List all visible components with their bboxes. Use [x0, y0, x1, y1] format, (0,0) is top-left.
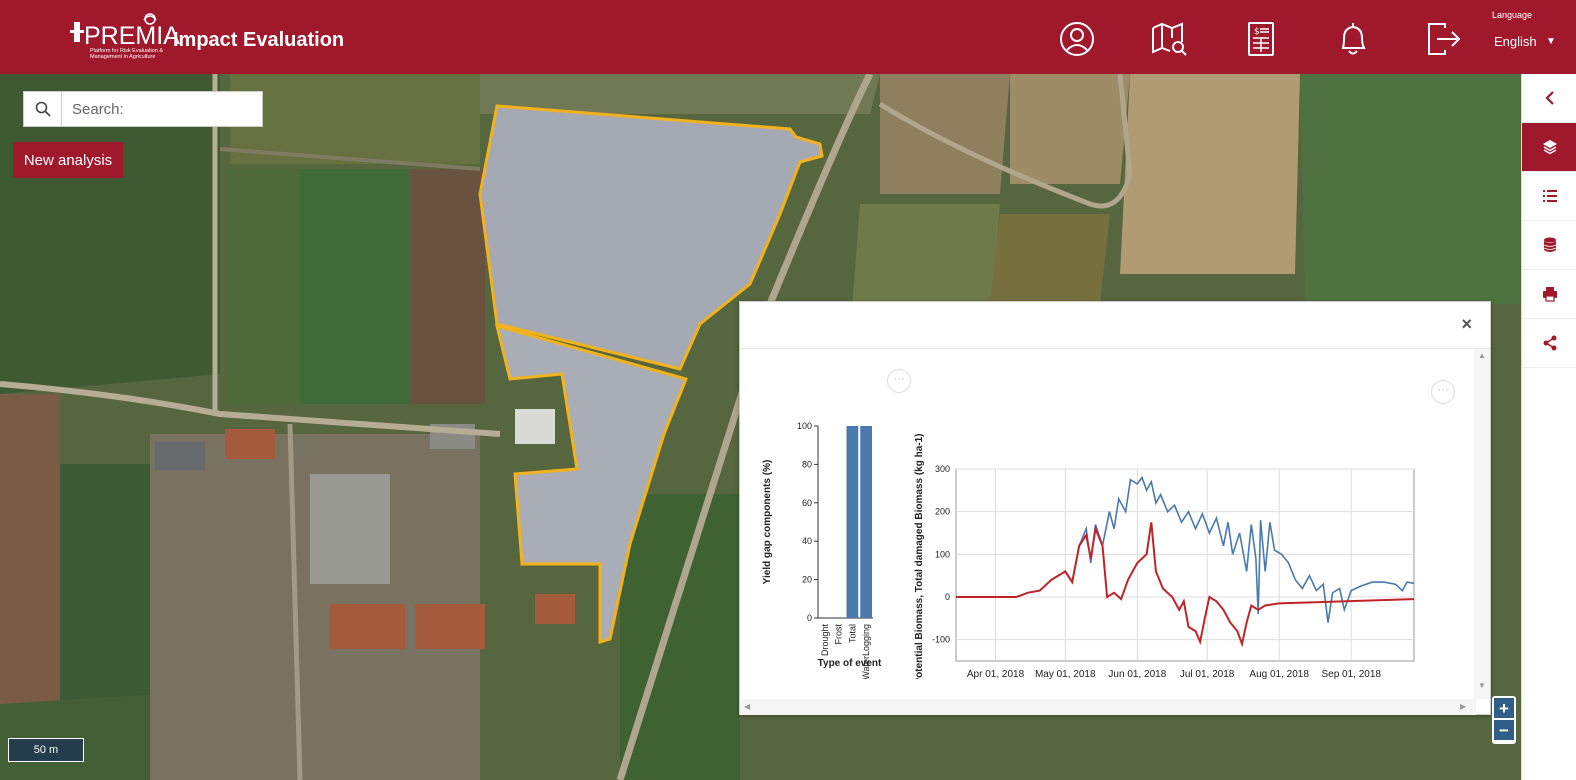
scroll-up-icon[interactable]: ▲ [1478, 351, 1486, 360]
bar-chart-menu-button[interactable]: ··· [887, 369, 911, 393]
horizontal-scrollbar[interactable]: ◀ ▶ [740, 699, 1476, 715]
app-header: PREMIA Platform for Risk Evaluation & Ma… [0, 0, 1576, 74]
y-tick-label: 60 [802, 498, 812, 508]
y-axis-title: Yield gap components (%) [762, 460, 773, 585]
print-button[interactable] [1522, 270, 1576, 319]
y-axis-title: Potential Biomass, Total damaged Biomass… [914, 434, 925, 679]
map-scale-bar: 50 m [8, 738, 84, 762]
page-title: Impact Evaluation [173, 29, 345, 51]
biomass-line-chart: -100 0 100 200 300 Apr 01, 2018 May 01, 2018 Ju… [914, 434, 1415, 679]
search-button[interactable] [24, 92, 62, 126]
analysis-popup: × 0 20 40 60 80 100 Drought Frost Total WaterLogg… [739, 301, 1491, 715]
map-search-icon[interactable] [1150, 20, 1188, 58]
x-tick-label: Sep 01, 2018 [1321, 669, 1381, 679]
list-icon [1542, 190, 1557, 202]
x-tick-label: Jul 01, 2018 [1180, 669, 1235, 679]
search-icon [35, 101, 51, 117]
scroll-left-icon[interactable]: ◀ [744, 702, 750, 711]
chevron-down-icon[interactable]: ▼ [1546, 36, 1556, 47]
x-tick-label: Jun 01, 2018 [1108, 669, 1166, 679]
layers-icon [1542, 140, 1557, 155]
search-input[interactable] [62, 92, 262, 126]
vertical-scrollbar[interactable]: ▲ ▼ [1474, 349, 1490, 699]
plot-area [955, 468, 1415, 662]
zoom-control: + − [1492, 696, 1516, 744]
logout-icon[interactable] [1425, 20, 1463, 58]
print-icon [1542, 287, 1557, 302]
x-axis-title: Type of event [818, 658, 882, 669]
database-button[interactable] [1522, 221, 1576, 270]
yield-gap-bar-chart: 0 20 40 60 80 100 Drought Frost Total WaterLoggin… [762, 421, 882, 679]
chevron-left-icon [1544, 91, 1554, 105]
x-tick-label: May 01, 2018 [1035, 669, 1096, 679]
x-tick-label: Frost [834, 624, 844, 645]
search-box [23, 91, 263, 127]
x-tick-label: Drought [820, 624, 830, 657]
right-sidebar [1521, 74, 1576, 780]
svg-text:$: $ [1254, 27, 1260, 37]
new-analysis-button[interactable]: New analysis [13, 142, 123, 178]
scroll-down-icon[interactable]: ▼ [1478, 681, 1486, 690]
share-button[interactable] [1522, 319, 1576, 368]
x-tick-label: WaterLogging [861, 624, 871, 679]
premia-logo[interactable]: PREMIA Platform for Risk Evaluation & Ma… [70, 10, 180, 64]
zoom-in-button[interactable]: + [1494, 698, 1514, 718]
list-button[interactable] [1522, 172, 1576, 221]
y-tick-label: 0 [807, 613, 812, 623]
line-chart-menu-button[interactable]: ··· [1431, 380, 1455, 404]
user-icon[interactable] [1058, 20, 1096, 58]
y-tick-label: 0 [945, 592, 950, 602]
collapse-sidebar-button[interactable] [1522, 74, 1576, 123]
layers-button[interactable] [1522, 123, 1576, 172]
x-tick-label: Apr 01, 2018 [967, 669, 1025, 679]
bar [860, 426, 872, 618]
bar [846, 426, 859, 618]
y-tick-label: 200 [935, 507, 950, 517]
bell-icon[interactable] [1334, 20, 1372, 58]
x-tick-label: Aug 01, 2018 [1249, 669, 1309, 679]
language-label: Language [1492, 10, 1533, 20]
y-tick-label: 40 [802, 536, 812, 546]
logo-subtitle: Platform for Risk Evaluation & Managemen… [90, 48, 164, 60]
y-tick-label: 20 [802, 575, 812, 585]
database-icon [1543, 237, 1556, 252]
share-icon [1543, 335, 1556, 351]
x-tick-label: Total [847, 624, 857, 643]
language-select[interactable]: English [1494, 34, 1537, 49]
y-tick-label: 100 [935, 549, 950, 559]
y-tick-label: 300 [935, 464, 950, 474]
logo-wordmark: PREMIA [84, 22, 180, 50]
y-tick-label: 100 [797, 421, 812, 431]
scroll-right-icon[interactable]: ▶ [1460, 702, 1466, 711]
popup-header: × [740, 302, 1490, 349]
y-tick-label: 80 [802, 459, 812, 469]
popup-body: 0 20 40 60 80 100 Drought Frost Total WaterLoggin… [740, 349, 1490, 715]
close-icon[interactable]: × [1461, 314, 1472, 335]
y-tick-label: -100 [932, 635, 950, 645]
zoom-out-button[interactable]: − [1494, 720, 1514, 740]
report-icon[interactable]: $ [1242, 20, 1280, 58]
